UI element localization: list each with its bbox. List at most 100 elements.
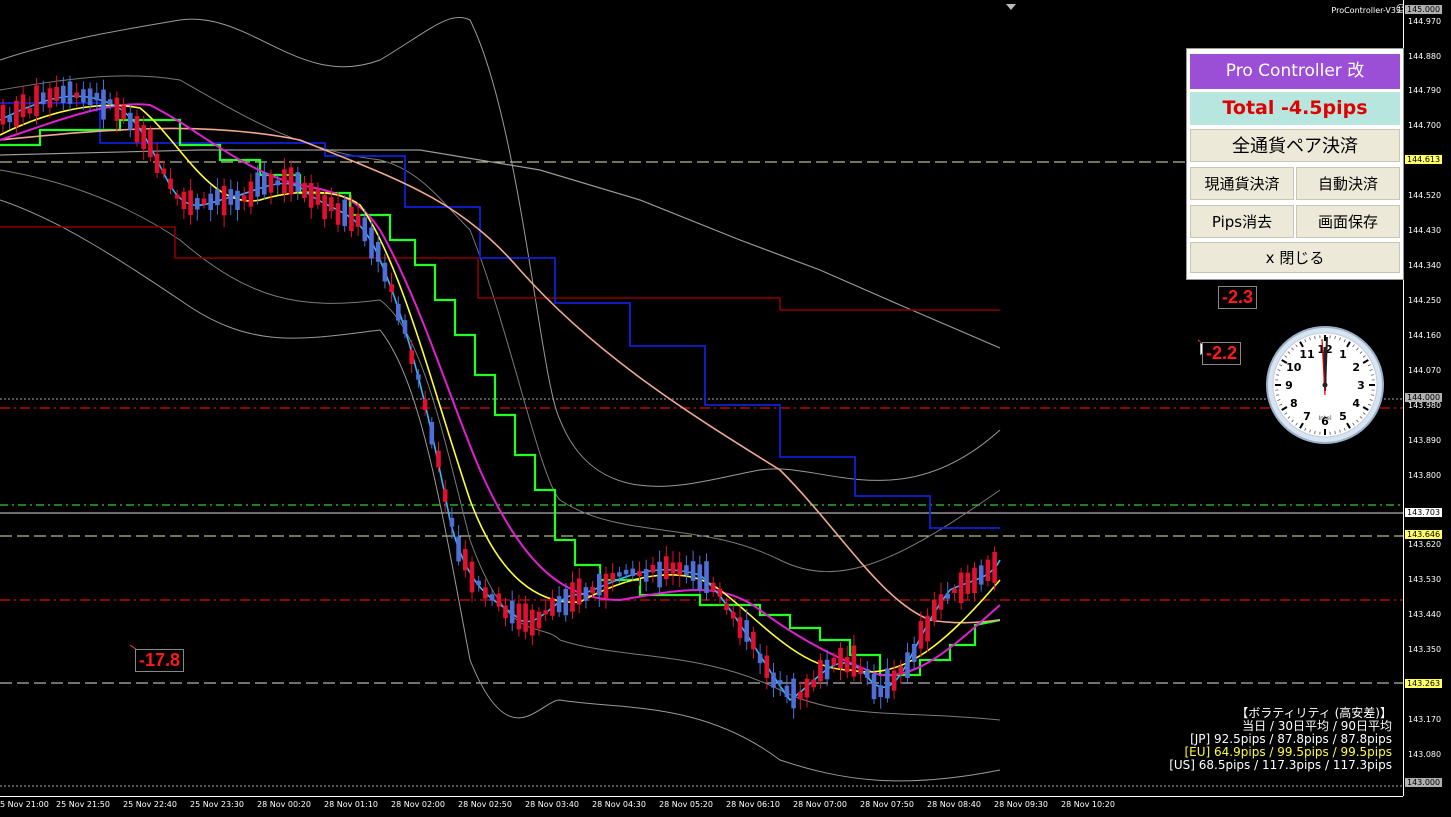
candle-body <box>872 674 877 699</box>
candle-body <box>885 668 890 698</box>
candle-body <box>182 192 187 209</box>
candle-body <box>892 670 897 690</box>
candle-body <box>175 195 180 199</box>
screen-save-button[interactable]: 画面保存 <box>1296 205 1400 238</box>
candle-body <box>363 217 368 241</box>
candle-body <box>61 86 66 103</box>
candle-body <box>738 617 743 638</box>
candle-body <box>296 172 301 192</box>
step-line-blue <box>0 103 1000 528</box>
candle-body <box>698 564 703 589</box>
price-tick-label: 144.430 <box>1408 226 1441 235</box>
candle-body <box>805 679 810 698</box>
candle-body <box>939 594 944 609</box>
price-tick-label: 144.700 <box>1408 121 1441 130</box>
candle-body <box>657 562 662 588</box>
price-tick-label: 144.880 <box>1408 52 1441 61</box>
candle-body <box>34 85 39 116</box>
clock-number: 3 <box>1357 379 1365 392</box>
candle-body <box>262 172 267 194</box>
candle-body <box>336 203 341 225</box>
price-tick-label: 144.790 <box>1408 86 1441 95</box>
time-tick-label: 28 Nov 05:20 <box>659 800 713 809</box>
time-tick-label: 28 Nov 07:50 <box>860 800 914 809</box>
close-panel-button[interactable]: x 閉じる <box>1190 242 1400 273</box>
clock-number: 7 <box>1303 410 1311 423</box>
candle-body <box>731 612 736 619</box>
candle-body <box>108 99 113 104</box>
pips-label: -2.2 <box>1202 342 1241 365</box>
candle-body <box>523 604 528 632</box>
price-marker-label: 143.646 <box>1405 530 1442 539</box>
step-line-green <box>0 120 1000 675</box>
price-marker-label: 143.263 <box>1405 679 1442 688</box>
price-tick-label: 144.970 <box>1408 17 1441 26</box>
candle-body <box>21 94 26 117</box>
time-tick-label: 25 Nov 22:40 <box>123 800 177 809</box>
candle-body <box>771 673 776 688</box>
candle-body <box>758 654 763 663</box>
candle-body <box>141 125 146 149</box>
candle-body <box>684 565 689 575</box>
candle-body <box>222 186 227 215</box>
candle-body <box>664 556 669 579</box>
candle-body <box>503 605 508 618</box>
candle-body <box>677 562 682 575</box>
time-tick-label: 28 Nov 03:40 <box>525 800 579 809</box>
candle-body <box>778 680 783 684</box>
candle-body <box>744 620 749 642</box>
time-tick-label: 28 Nov 02:00 <box>391 800 445 809</box>
candle-body <box>724 603 729 610</box>
time-tick-label: 28 Nov 00:20 <box>257 800 311 809</box>
candle-body <box>550 598 555 616</box>
candle-body <box>101 90 106 120</box>
candle-body <box>932 600 937 621</box>
candle-body <box>530 610 535 636</box>
candle-body <box>349 207 354 231</box>
candle-body <box>852 645 857 676</box>
candle-body <box>316 189 321 204</box>
candle-body <box>785 686 790 697</box>
candle-body <box>95 93 100 101</box>
price-tick-label: 143.080 <box>1408 750 1441 759</box>
candle-body <box>282 169 287 194</box>
price-tick-label: 143.530 <box>1408 575 1441 584</box>
price-axis[interactable]: 145.000 144.970144.880144.790144.700144.… <box>1403 0 1451 796</box>
current-pair-close-button[interactable]: 現通貨決済 <box>1190 167 1294 200</box>
candle-body <box>945 594 950 599</box>
candle-body <box>168 179 173 189</box>
candle-body <box>229 189 234 205</box>
candle-body <box>376 242 381 262</box>
candle-body <box>215 189 220 205</box>
all-pairs-close-button[interactable]: 全通貨ペア決済 <box>1190 129 1400 162</box>
candle-body <box>704 561 709 593</box>
auto-close-button[interactable]: 自動決済 <box>1296 167 1400 200</box>
pips-label: -2.3 <box>1218 286 1257 309</box>
candle-body <box>919 621 924 649</box>
candle-body <box>497 593 502 606</box>
candle-body <box>416 374 421 379</box>
candle-body <box>490 594 495 601</box>
candle-body <box>443 489 448 502</box>
candle-body <box>470 562 475 593</box>
candle-body <box>959 573 964 604</box>
candle-body <box>48 88 53 107</box>
candle-body <box>242 195 247 201</box>
candle-body <box>369 228 374 259</box>
total-pips: Total -4.5pips <box>1190 92 1400 125</box>
candle-body <box>202 199 207 205</box>
candle-body <box>81 89 86 102</box>
clock-number: 9 <box>1285 379 1293 392</box>
clock-number: 10 <box>1286 361 1302 374</box>
candle-body <box>838 648 843 669</box>
clock-number: 1 <box>1339 348 1347 361</box>
pips-clear-button[interactable]: Pips消去 <box>1190 205 1294 238</box>
candle-body <box>637 571 642 576</box>
candle-body <box>570 582 575 611</box>
time-axis[interactable]: 5 Nov 21:0025 Nov 21:5025 Nov 22:4025 No… <box>0 796 1403 817</box>
panel-title[interactable]: Pro Controller 改 <box>1190 54 1400 89</box>
candle-body <box>811 680 816 688</box>
time-tick-label: 25 Nov 21:50 <box>56 800 110 809</box>
candle-body <box>992 552 997 583</box>
candle-body <box>54 87 59 101</box>
